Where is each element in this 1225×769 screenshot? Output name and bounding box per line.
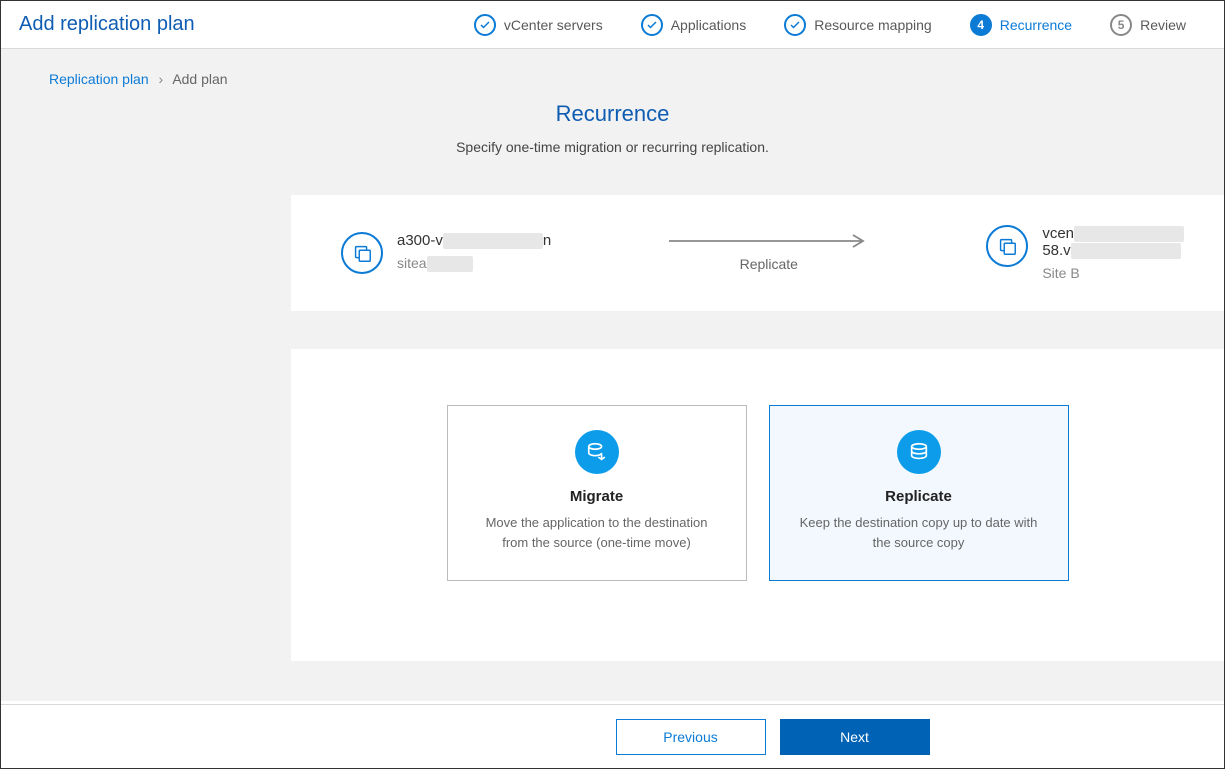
breadcrumb: Replication plan › Add plan: [1, 49, 1224, 97]
destination-site-sub: Site B: [1042, 265, 1184, 281]
server-icon: [341, 232, 383, 274]
arrow-label: Replicate: [740, 256, 798, 272]
replicate-icon: [897, 430, 941, 474]
check-icon: [474, 14, 496, 36]
previous-button[interactable]: Previous: [616, 719, 766, 755]
redacted-text: [1074, 226, 1184, 242]
header: Add replication plan vCenter servers App…: [1, 1, 1224, 49]
step-label: Review: [1140, 17, 1186, 33]
step-label: vCenter servers: [504, 17, 603, 33]
breadcrumb-root-link[interactable]: Replication plan: [49, 71, 149, 87]
source-site: a300-vn sitea: [341, 232, 551, 274]
step-resource-mapping[interactable]: Resource mapping: [784, 14, 932, 36]
destination-site: vcen 58.v Site B: [986, 225, 1184, 281]
step-label: Recurrence: [1000, 17, 1072, 33]
source-site-sub: sitea: [397, 255, 551, 272]
step-label: Resource mapping: [814, 17, 932, 33]
redacted-text: [443, 233, 543, 249]
step-review[interactable]: 5 Review: [1110, 14, 1186, 36]
check-icon: [641, 14, 663, 36]
check-icon: [784, 14, 806, 36]
step-number-icon: 4: [970, 14, 992, 36]
step-recurrence[interactable]: 4 Recurrence: [970, 14, 1072, 36]
sites-card: a300-vn sitea Replicate: [291, 195, 1224, 311]
replicate-arrow: Replicate: [669, 234, 869, 272]
footer: Previous Next: [1, 704, 1224, 768]
option-description: Move the application to the destination …: [472, 513, 722, 552]
option-title: Migrate: [472, 488, 722, 505]
step-label: Applications: [671, 17, 747, 33]
chevron-right-icon: ›: [159, 71, 164, 87]
option-description: Keep the destination copy up to date wit…: [794, 513, 1044, 552]
step-applications[interactable]: Applications: [641, 14, 747, 36]
option-replicate[interactable]: Replicate Keep the destination copy up t…: [769, 405, 1069, 581]
step-number-icon: 5: [1110, 14, 1132, 36]
redacted-text: [1071, 243, 1181, 259]
server-icon: [986, 225, 1028, 267]
source-site-name: a300-vn: [397, 232, 551, 249]
option-title: Replicate: [794, 488, 1044, 505]
redacted-text: [427, 256, 473, 272]
content-area: Replication plan › Add plan Recurrence S…: [1, 49, 1224, 701]
next-button[interactable]: Next: [780, 719, 930, 755]
page-title: Add replication plan: [19, 13, 195, 36]
options-card: Migrate Move the application to the dest…: [291, 349, 1224, 661]
wizard-stepper: vCenter servers Applications Resource ma…: [474, 14, 1206, 36]
section-title: Recurrence: [1, 101, 1224, 127]
arrow-right-icon: [669, 234, 869, 248]
destination-site-name: vcen 58.v: [1042, 225, 1184, 259]
section-subtitle: Specify one-time migration or recurring …: [1, 139, 1224, 155]
migrate-icon: [575, 430, 619, 474]
step-vcenter-servers[interactable]: vCenter servers: [474, 14, 603, 36]
breadcrumb-current: Add plan: [172, 71, 227, 87]
option-migrate[interactable]: Migrate Move the application to the dest…: [447, 405, 747, 581]
